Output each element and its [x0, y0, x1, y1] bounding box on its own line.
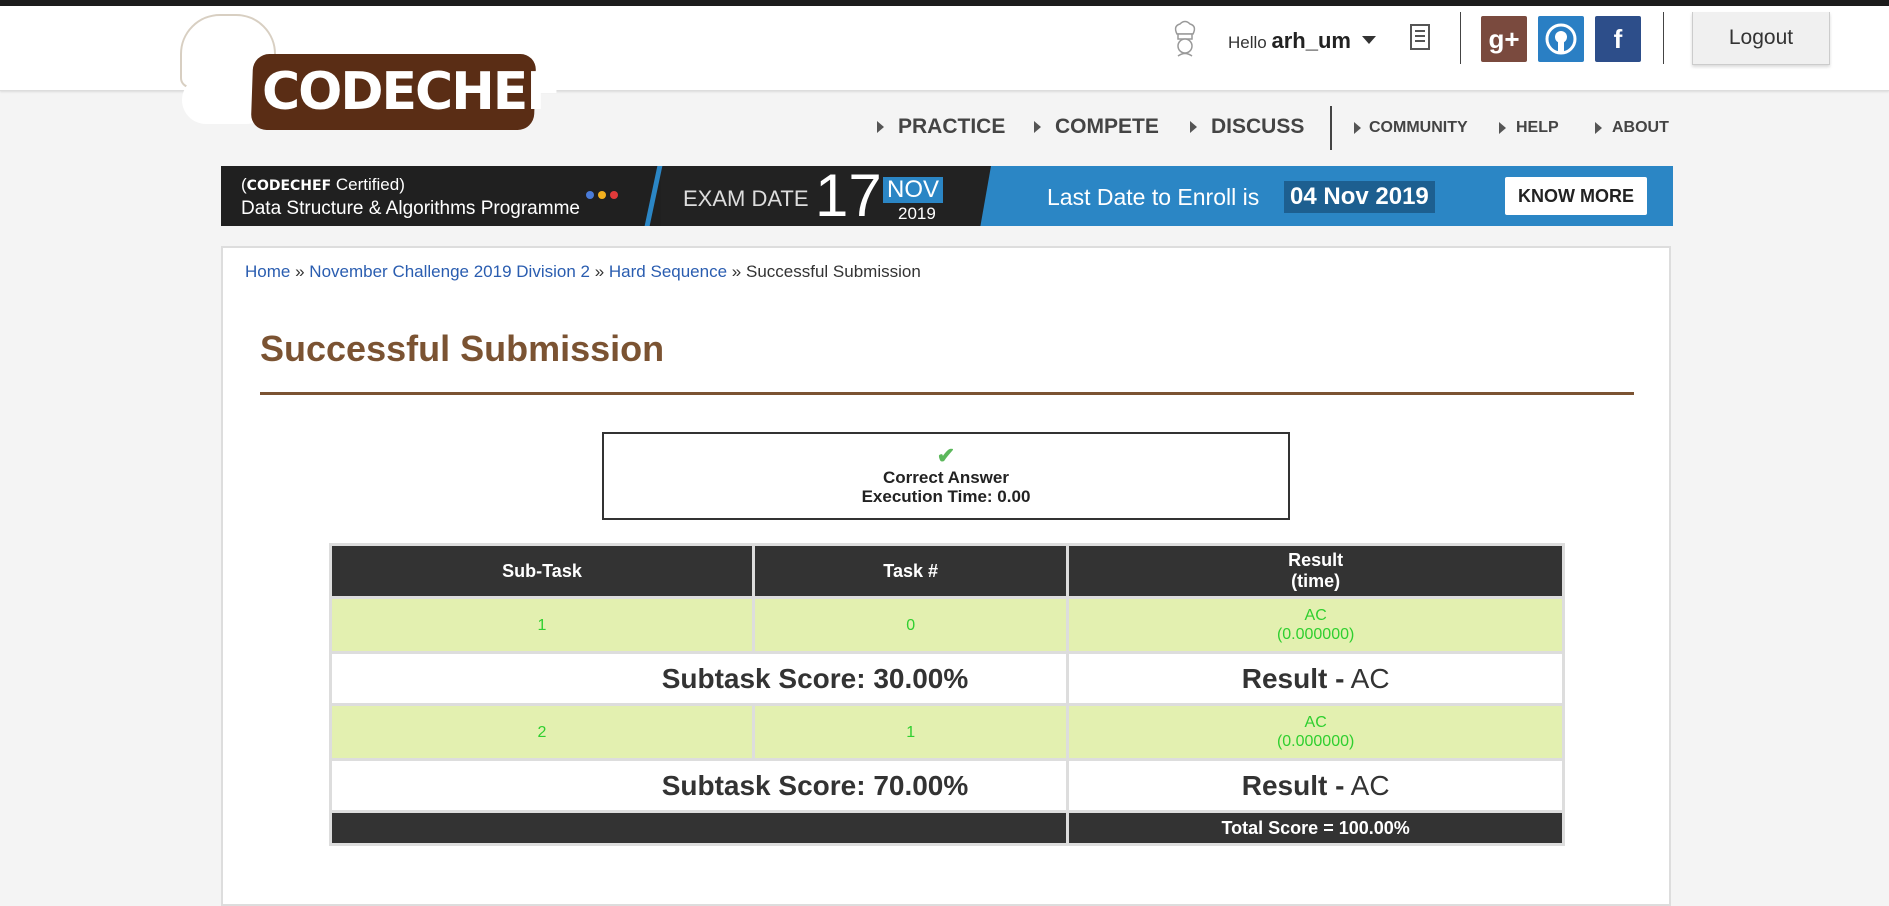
nav-help[interactable]: HELP [1499, 119, 1559, 137]
subtask-score: Subtask Score: 70.00% [328, 758, 1070, 813]
username: arh_um [1271, 28, 1351, 53]
github-icon[interactable] [1538, 16, 1584, 62]
cell-result: AC (0.000000) [1066, 703, 1565, 761]
triangle-right-icon [877, 121, 884, 134]
result-status: Correct Answer [883, 468, 1009, 487]
title-divider [260, 392, 1634, 395]
facebook-icon[interactable]: f [1595, 16, 1641, 62]
banner-exam-month: NOV [883, 177, 944, 203]
result-summary: ✔ Correct Answer Execution Time: 0.00 [602, 432, 1290, 520]
subtask-result: Result - AC [1066, 651, 1565, 706]
user-menu-chevron-down-icon[interactable] [1362, 36, 1376, 44]
google-plus-icon[interactable]: g+ [1481, 16, 1527, 62]
banner-programme: Data Structure & Algorithms Programme [241, 198, 580, 219]
nav-community[interactable]: COMMUNITY [1354, 119, 1468, 137]
divider [1460, 12, 1461, 64]
divider [1663, 12, 1664, 64]
col-header-subtask: Sub-Task [329, 543, 755, 599]
nav-compete[interactable]: COMPETE [1034, 115, 1159, 139]
nav-practice[interactable]: PRACTICE [877, 115, 1005, 139]
notes-document-icon[interactable] [1410, 24, 1430, 50]
banner-exam-year: 2019 [898, 204, 936, 223]
cell-result: AC (0.000000) [1066, 596, 1565, 654]
table-row: 2 1 AC (0.000000) [329, 703, 1565, 761]
execution-time: Execution Time: 0.00 [861, 487, 1031, 506]
page-title: Successful Submission [260, 328, 665, 369]
nav-about[interactable]: ABOUT [1595, 119, 1669, 137]
banner-dots [586, 186, 622, 204]
user-greeting[interactable]: Hello arh_um [1228, 28, 1351, 54]
banner-exam-label: EXAM DATE [683, 186, 809, 211]
nav-discuss[interactable]: DISCUSS [1190, 115, 1304, 139]
cell-subtask: 1 [329, 596, 755, 654]
logo-text: CODECHEF [262, 62, 562, 122]
breadcrumb-home[interactable]: Home [245, 262, 290, 281]
table-header-row: Sub-Task Task # Result (time) [329, 543, 1565, 599]
breadcrumb-current: Successful Submission [745, 262, 921, 281]
banner-certified: (CODECHEF Certified) [241, 175, 405, 194]
triangle-right-icon [1595, 121, 1602, 134]
subtask-table: Sub-Task Task # Result (time) 1 0 AC (0.00… [328, 543, 1565, 846]
triangle-right-icon [1354, 121, 1361, 134]
banner-enroll-label: Last Date to Enroll is [1047, 184, 1260, 210]
hello-label: Hello [1228, 33, 1267, 52]
cell-task: 0 [751, 596, 1070, 654]
breadcrumb: Home » November Challenge 2019 Division … [245, 262, 921, 281]
breadcrumb-contest[interactable]: November Challenge 2019 Division 2 [309, 262, 590, 281]
triangle-right-icon [1034, 121, 1041, 134]
triangle-right-icon [1499, 121, 1506, 134]
codechef-logo[interactable]: CODECHEF [172, 14, 562, 134]
col-header-task: Task # [751, 543, 1070, 599]
cell-subtask: 2 [329, 703, 755, 761]
total-score-row: Total Score = 100.00% [328, 810, 1565, 846]
subtask-score: Subtask Score: 30.00% [328, 651, 1070, 706]
col-header-result: Result (time) [1066, 543, 1565, 599]
nav-divider [1330, 106, 1332, 150]
promo-banner[interactable]: (CODECHEF Certified) Data Structure & Al… [221, 166, 1673, 226]
banner-enroll-date: 04 Nov 2019 [1284, 181, 1435, 213]
triangle-right-icon [1190, 121, 1197, 134]
subtask-score-row: Subtask Score: 70.00% Result - AC [328, 758, 1565, 813]
subtask-score-row: Subtask Score: 30.00% Result - AC [328, 651, 1565, 706]
total-score: Total Score = 100.00% [1066, 810, 1565, 846]
table-row: 1 0 AC (0.000000) [329, 596, 1565, 654]
breadcrumb-problem[interactable]: Hard Sequence [609, 262, 727, 281]
site-header: CODECHEF Hello arh_um g+ f Logout [0, 6, 1889, 130]
banner-exam-day: 17 [815, 166, 882, 226]
subtask-result: Result - AC [1066, 758, 1565, 813]
logout-button[interactable]: Logout [1692, 12, 1830, 65]
cell-task: 1 [751, 703, 1070, 761]
know-more-button[interactable]: KNOW MORE [1505, 177, 1647, 215]
user-avatar-icon[interactable] [1172, 20, 1198, 58]
check-icon: ✔ [936, 443, 956, 468]
